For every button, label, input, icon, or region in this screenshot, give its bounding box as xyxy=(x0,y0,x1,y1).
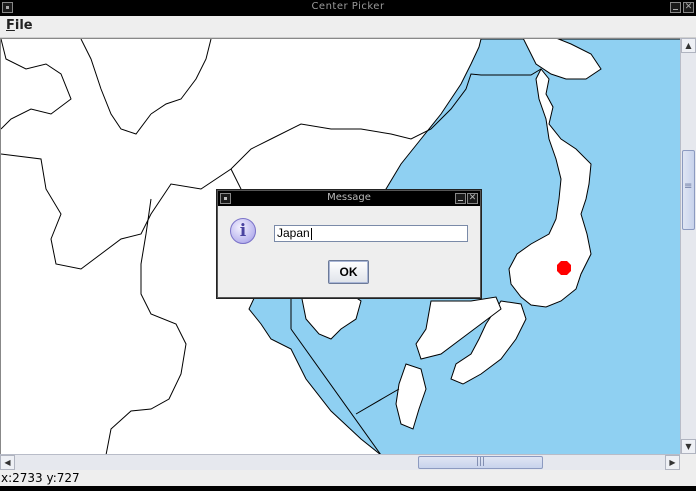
dialog-minimize-button[interactable] xyxy=(455,193,466,204)
coordinates-status: x:2733 y:727 xyxy=(0,470,696,486)
information-icon: i xyxy=(230,218,256,244)
country-input[interactable]: Japan xyxy=(274,225,468,242)
scroll-right-arrow-icon[interactable]: ▶ xyxy=(665,455,680,470)
minimize-button[interactable] xyxy=(670,2,681,13)
vertical-scrollbar[interactable]: ▲ ▼ xyxy=(680,38,696,454)
menu-file[interactable]: File xyxy=(6,18,33,33)
scroll-left-arrow-icon[interactable]: ◀ xyxy=(0,455,15,470)
text-caret xyxy=(310,227,312,240)
scroll-down-arrow-icon[interactable]: ▼ xyxy=(681,439,696,454)
dialog-titlebar[interactable]: Message ✕ xyxy=(218,191,480,206)
red-octagon-marker xyxy=(557,261,571,275)
menubar: File xyxy=(0,16,696,38)
horizontal-scroll-thumb[interactable]: ||| xyxy=(418,456,543,469)
window-title: Center Picker xyxy=(311,1,385,12)
country-input-value: Japan xyxy=(277,226,310,240)
app-window: Center Picker ✕ File ▲ ≡ ▼ ◀ ||| ▶ x:273… xyxy=(0,0,696,491)
message-dialog: Message ✕ i Japan OK xyxy=(217,190,481,298)
window-bottom-border xyxy=(0,486,696,491)
close-button[interactable]: ✕ xyxy=(683,2,694,13)
horizontal-scrollbar[interactable]: ◀ ||| ▶ xyxy=(0,454,680,470)
dialog-close-button[interactable]: ✕ xyxy=(467,193,478,204)
window-titlebar[interactable]: Center Picker ✕ xyxy=(0,0,696,16)
dialog-title: Message xyxy=(327,192,371,203)
scroll-up-arrow-icon[interactable]: ▲ xyxy=(681,38,696,53)
vertical-scroll-thumb[interactable] xyxy=(682,150,695,230)
scroll-corner xyxy=(680,454,696,470)
ok-button[interactable]: OK xyxy=(328,260,369,284)
